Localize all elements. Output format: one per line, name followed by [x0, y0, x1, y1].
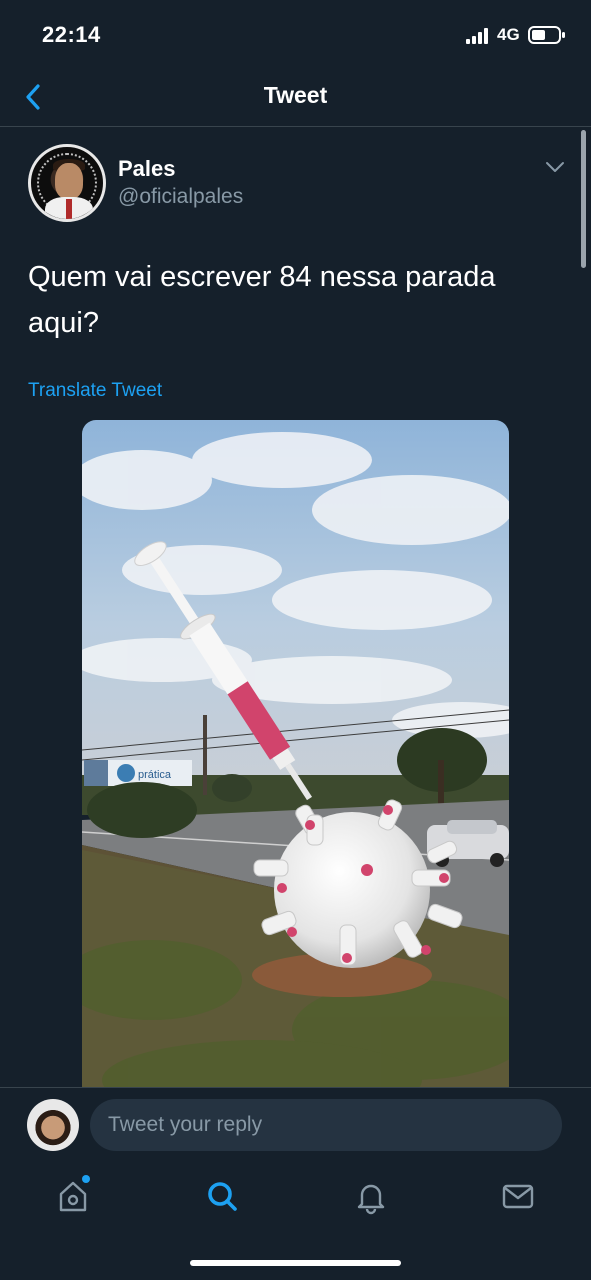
billboard-text: prática [138, 769, 172, 781]
tweet-text: Quem vai escrever 84 nessa parada aqui? [28, 261, 496, 339]
translate-tweet-link[interactable]: Translate Tweet [28, 380, 162, 402]
user-avatar[interactable] [27, 1099, 79, 1151]
author-name[interactable]: Pales [118, 156, 176, 182]
notification-dot [82, 1175, 90, 1183]
tab-bar [0, 1163, 591, 1280]
avatar-face [55, 163, 83, 199]
battery-icon [528, 26, 565, 44]
photo-scene: prática [82, 420, 509, 1100]
nav-bar: Tweet [0, 70, 591, 127]
status-bar: 22:14 4G [0, 0, 591, 70]
tweet-photo[interactable]: prática [82, 420, 509, 1100]
reply-input[interactable] [90, 1099, 562, 1151]
status-time: 22:14 [42, 22, 101, 47]
page-title: Tweet [263, 82, 328, 108]
bell-icon[interactable] [351, 1176, 391, 1216]
scrollbar[interactable] [581, 130, 586, 268]
reply-bar [0, 1087, 591, 1164]
avatar-tie [66, 199, 72, 219]
search-icon[interactable] [202, 1176, 242, 1216]
chevron-down-icon[interactable] [544, 160, 566, 174]
network-type: 4G [497, 25, 520, 44]
signal-icon [466, 28, 488, 44]
author-handle[interactable]: @oficialpales [118, 185, 243, 209]
home-indicator [190, 1260, 401, 1266]
author-avatar[interactable] [28, 144, 106, 222]
mail-icon[interactable] [498, 1176, 538, 1216]
